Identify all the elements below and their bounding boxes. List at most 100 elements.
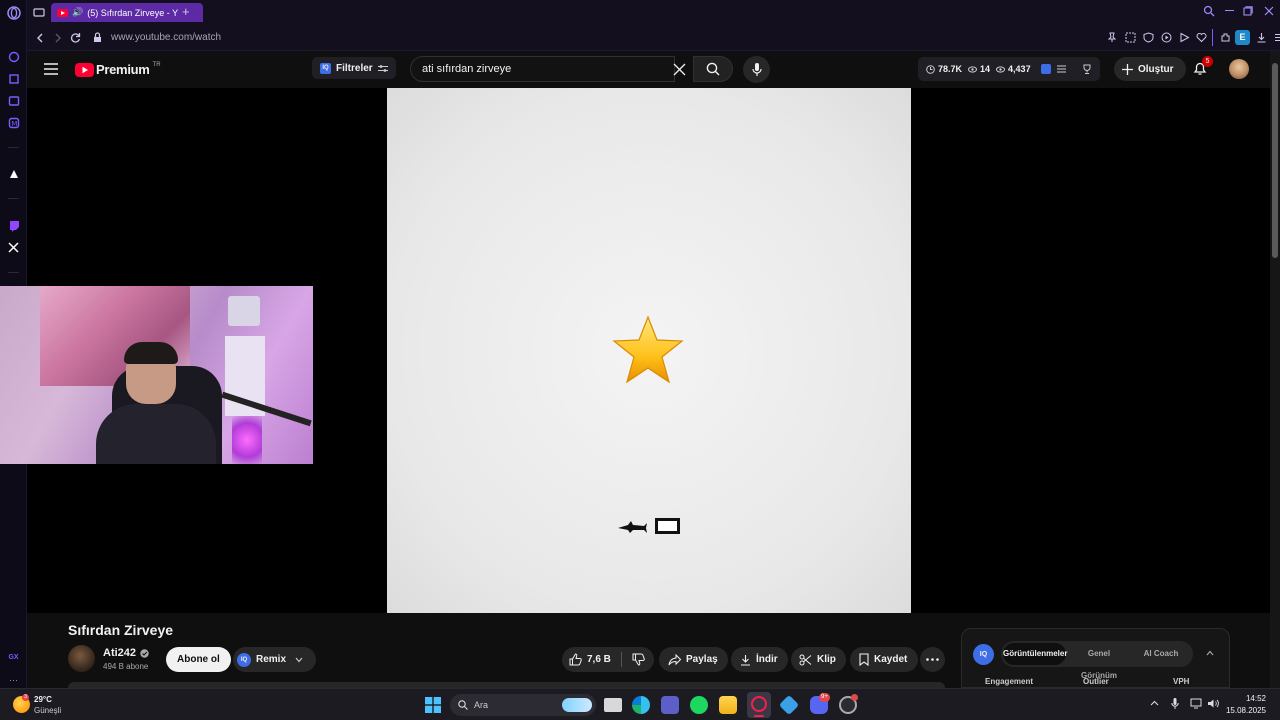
clip-button[interactable]: Klip: [791, 647, 846, 672]
windows-start-icon[interactable]: [425, 697, 441, 713]
filters-button[interactable]: IQ Filtreler: [312, 57, 396, 79]
channel-name[interactable]: Ati242: [103, 647, 136, 659]
video-title: Sıfırdan Zirveye: [68, 622, 174, 638]
divider: [1212, 29, 1213, 46]
messenger-icon[interactable]: M: [6, 115, 21, 130]
gx-mods-icon[interactable]: [6, 93, 21, 108]
app-diamond-icon[interactable]: [778, 694, 800, 716]
taskbar-search-input[interactable]: Ara: [450, 694, 596, 716]
tab-title: (5) Sıfırdan Zirveye - Y: [87, 7, 179, 18]
aria-icon[interactable]: [6, 166, 21, 181]
spotify-icon[interactable]: [690, 696, 708, 714]
iq-tab-overview[interactable]: Genel Görünüm: [1069, 643, 1129, 680]
more-actions-button[interactable]: [920, 647, 945, 672]
iq-icon: [1040, 64, 1051, 74]
person-hair: [124, 342, 178, 364]
player-icon[interactable]: [1161, 32, 1172, 43]
extension-badge[interactable]: E: [1235, 30, 1250, 45]
channel-stats-widget[interactable]: 78.7K 14 4,437: [918, 57, 1100, 81]
search-tabs-icon[interactable]: [1203, 5, 1215, 17]
sliders-icon: [377, 64, 388, 72]
notification-badge: 5: [1202, 56, 1213, 67]
address-bar: www.youtube.com/watch E: [27, 25, 1280, 51]
pin-icon[interactable]: [1107, 32, 1117, 43]
gx-label-icon[interactable]: GX: [6, 650, 21, 665]
play-icon[interactable]: [1179, 32, 1190, 43]
channel-avatar[interactable]: [68, 645, 95, 672]
forward-icon[interactable]: [53, 33, 63, 43]
opera-gx-taskbar-active[interactable]: [747, 692, 771, 718]
vpn-shield-icon[interactable]: [1143, 32, 1154, 43]
extensions-icon[interactable]: [1220, 32, 1231, 43]
like-count[interactable]: 7,6 B: [587, 654, 611, 665]
clock-time[interactable]: 14:52: [1228, 694, 1266, 703]
iq-tab-ai-coach[interactable]: AI Coach: [1133, 643, 1189, 665]
tray-microphone-icon[interactable]: [1171, 698, 1179, 710]
channel-name-row[interactable]: Ati242: [103, 647, 149, 659]
opera-gx-icon: [751, 696, 767, 712]
minimize-button[interactable]: [1225, 10, 1234, 11]
share-button[interactable]: Paylaş: [659, 647, 728, 672]
save-button[interactable]: Kaydet: [850, 647, 919, 672]
search-button[interactable]: [693, 56, 733, 82]
scrollbar-thumb[interactable]: [1272, 63, 1278, 258]
url-text[interactable]: www.youtube.com/watch: [111, 32, 221, 43]
search-input[interactable]: ati sıfırdan zirveye: [410, 56, 675, 82]
remix-button[interactable]: IQ Remix: [233, 647, 317, 672]
download-icon[interactable]: [1256, 32, 1267, 43]
voice-search-button[interactable]: [743, 56, 770, 83]
page-scrollbar[interactable]: [1270, 51, 1280, 688]
edge-icon[interactable]: [632, 696, 650, 714]
iq-tab-views[interactable]: Görüntülenmeler: [1003, 643, 1067, 665]
lock-icon[interactable]: [93, 32, 102, 43]
new-tab-button[interactable]: +: [182, 4, 190, 19]
close-window-button[interactable]: [1264, 6, 1274, 16]
tray-volume-icon[interactable]: [1207, 698, 1219, 709]
video-frame[interactable]: [387, 88, 911, 613]
create-button[interactable]: Oluştur: [1114, 57, 1186, 81]
clock-date[interactable]: 15.08.2025: [1222, 706, 1266, 715]
iq-icon: IQ: [237, 652, 251, 667]
snapshot-icon[interactable]: [1125, 32, 1136, 43]
speaker-icon[interactable]: 🔊: [72, 7, 83, 18]
tray-network-icon[interactable]: [1190, 698, 1202, 709]
more-dots-icon[interactable]: ···: [6, 672, 21, 687]
thumbs-down-icon: [632, 653, 645, 666]
stat-live: 14: [980, 64, 991, 74]
restore-button[interactable]: [1243, 6, 1253, 16]
twitch-icon[interactable]: [6, 218, 21, 233]
clear-search-icon[interactable]: [673, 63, 686, 76]
save-label: Kaydet: [874, 654, 908, 665]
search-query: ati sıfırdan zirveye: [422, 63, 512, 75]
weather-temp[interactable]: 29°C: [34, 695, 52, 704]
heart-icon[interactable]: [1196, 32, 1207, 43]
logo-text: Premium: [96, 62, 150, 77]
search-icon: [458, 700, 468, 710]
eye-icon: [996, 65, 1006, 73]
tab-youtube[interactable]: 🔊 (5) Sıfırdan Zirveye - Y: [51, 3, 203, 22]
tray-chevron-up-icon[interactable]: [1150, 700, 1159, 706]
chevron-up-icon[interactable]: [1206, 650, 1214, 656]
logo-region: TR: [152, 61, 161, 68]
task-view-icon[interactable]: [604, 698, 622, 712]
easy-setup-icon[interactable]: [1274, 32, 1280, 43]
tab-manager-icon[interactable]: [33, 6, 45, 18]
gx-control-icon[interactable]: [6, 49, 21, 64]
back-icon[interactable]: [35, 33, 45, 43]
gx-corner-icon[interactable]: [6, 71, 21, 86]
hamburger-menu-icon[interactable]: [44, 63, 58, 75]
opera-logo-icon[interactable]: [6, 5, 21, 20]
eye-icon: [968, 65, 978, 73]
teams-icon[interactable]: [661, 696, 679, 714]
more-horizontal-icon: [926, 658, 939, 661]
remix-label: Remix: [256, 654, 287, 665]
youtube-premium-logo[interactable]: Premium TR: [75, 62, 161, 77]
vidiq-logo-icon: IQ: [973, 644, 994, 665]
avatar[interactable]: [1229, 59, 1249, 79]
file-explorer-icon[interactable]: [719, 696, 737, 714]
reload-icon[interactable]: [70, 32, 81, 43]
weather-desc[interactable]: Güneşli: [34, 706, 61, 715]
subscribe-button[interactable]: Abone ol: [166, 647, 231, 672]
x-twitter-icon[interactable]: [6, 240, 21, 255]
download-button[interactable]: İndir: [731, 647, 788, 672]
